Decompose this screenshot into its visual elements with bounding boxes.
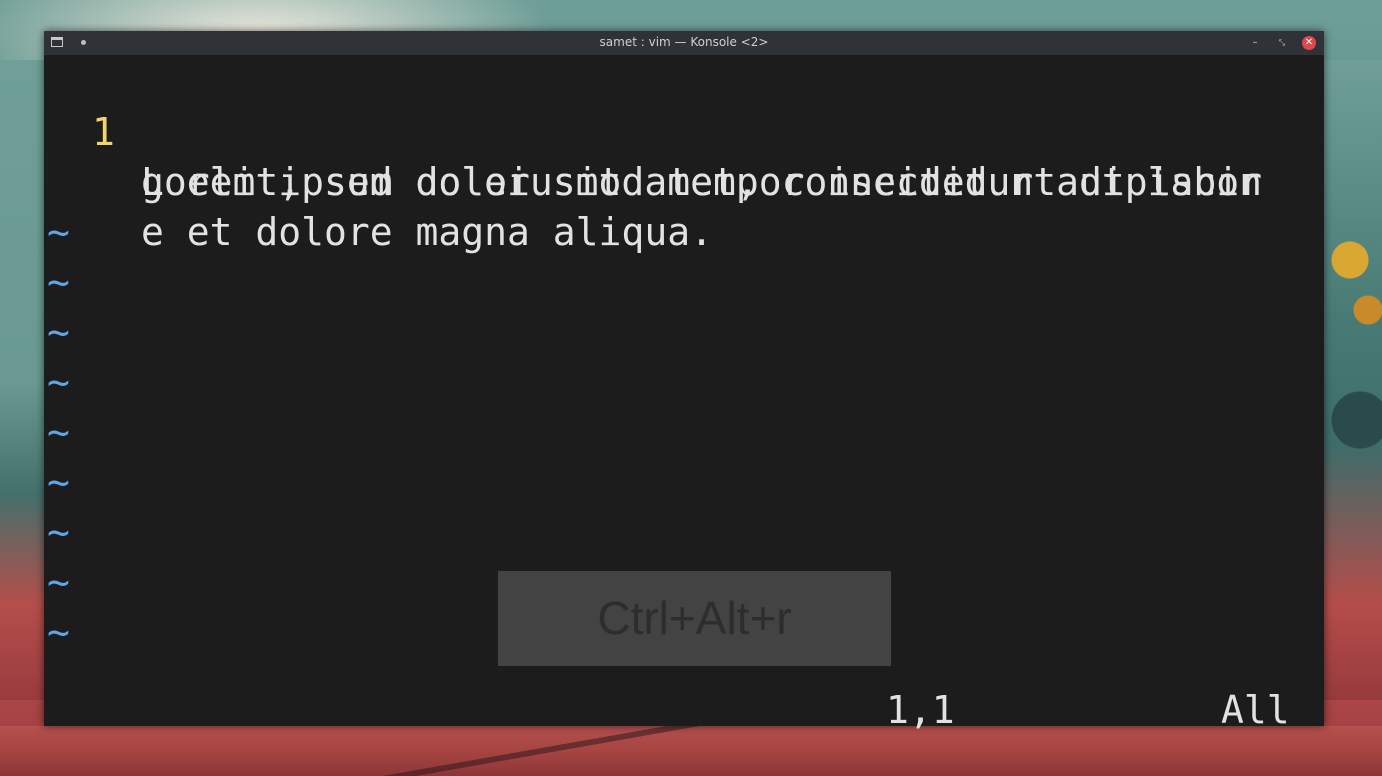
terminal-area[interactable]: 1 Lorem ipsum dolor sit amet, consectetu… bbox=[44, 55, 1324, 732]
tilde-marker: ~ bbox=[47, 410, 70, 454]
tilde-marker: ~ bbox=[47, 210, 70, 254]
tilde-marker: ~ bbox=[47, 510, 70, 554]
tilde-marker: ~ bbox=[47, 310, 70, 354]
tilde-marker: ~ bbox=[47, 610, 70, 654]
title-bar[interactable]: samet : vim — Konsole <2> – ⤡ ✕ bbox=[44, 31, 1324, 55]
editor-line-1: 1 Lorem ipsum dolor sit amet, consectetu… bbox=[44, 57, 1262, 204]
wallpaper-left bbox=[0, 60, 44, 700]
close-button[interactable]: ✕ bbox=[1302, 36, 1316, 50]
konsole-window: samet : vim — Konsole <2> – ⤡ ✕ 1 Lorem … bbox=[44, 31, 1324, 732]
line-text-row-3: e et dolore magna aliqua. bbox=[141, 210, 713, 254]
wallpaper-right bbox=[1320, 60, 1382, 700]
wallpaper-bottom bbox=[0, 726, 1382, 776]
maximize-button[interactable]: ⤡ bbox=[1274, 35, 1290, 51]
tilde-marker: ~ bbox=[47, 560, 70, 604]
line-text-row-2: g elit, sed do eiusmod tempor incididunt… bbox=[141, 160, 1263, 204]
keystroke-overlay: Ctrl+Alt+r bbox=[498, 571, 891, 666]
editor-line-wrap-3: e et dolore magna aliqua. bbox=[44, 157, 713, 254]
tilde-marker: ~ bbox=[47, 460, 70, 504]
tilde-marker: ~ bbox=[47, 260, 70, 304]
scroll-indicator: All bbox=[1221, 688, 1290, 732]
cursor-position: 1,1 bbox=[886, 688, 955, 732]
window-title: samet : vim — Konsole <2> bbox=[599, 35, 769, 49]
minimize-button[interactable]: – bbox=[1247, 35, 1263, 51]
tilde-marker: ~ bbox=[47, 360, 70, 404]
editor-line-wrap-2: g elit, sed do eiusmod tempor incididunt… bbox=[44, 107, 1262, 204]
